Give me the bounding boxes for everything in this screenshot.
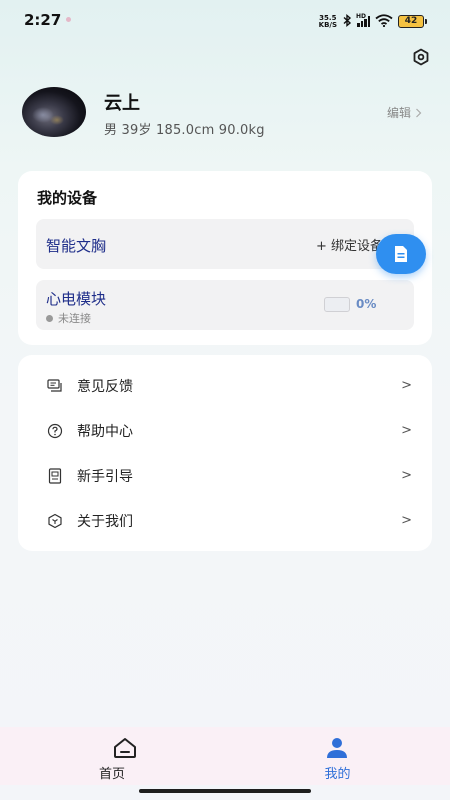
user-icon (327, 738, 347, 758)
device-name: 心电模块 (46, 290, 107, 308)
cellular-signal-icon: HD (356, 13, 370, 27)
user-name: 云上 (104, 93, 140, 114)
device-battery-bar (324, 297, 350, 312)
home-icon (114, 738, 136, 758)
menu-label: 帮助中心 (77, 423, 133, 440)
battery-icon: 42 (398, 15, 427, 28)
device-row-smart-bra[interactable]: 智能文胸 + 绑定设备 (36, 219, 414, 269)
document-icon (395, 246, 407, 262)
notification-dot (66, 17, 71, 22)
signal-hd-label: HD (356, 13, 367, 20)
report-fab-button[interactable] (376, 234, 426, 274)
menu-label: 新手引导 (77, 468, 133, 485)
settings-hexagon-icon (413, 48, 429, 66)
menu-item-help[interactable]: 帮助中心 > (18, 408, 432, 453)
network-speed: 35.5 KB/S (318, 14, 337, 29)
chevron-right-icon: > (401, 378, 412, 393)
menu-item-feedback[interactable]: 意见反馈 > (18, 363, 432, 408)
status-icons: 35.5 KB/S HD 42 (318, 12, 427, 31)
feedback-icon (46, 377, 64, 395)
network-speed-unit: KB/S (318, 20, 337, 29)
gesture-bar[interactable] (139, 789, 311, 793)
settings-button[interactable] (410, 46, 432, 68)
menu-item-about[interactable]: 关于我们 > (18, 498, 432, 543)
status-dot-icon (46, 314, 53, 322)
user-info: 男 39岁 185.0cm 90.0kg (104, 123, 265, 138)
about-icon (46, 512, 64, 530)
edit-profile-link[interactable]: 编辑 (387, 104, 422, 121)
my-devices-card: 我的设备 智能文胸 + 绑定设备 心电模块 未连接 0% (18, 171, 432, 345)
tab-home-label: 首页 (98, 767, 125, 782)
device-battery-percent: 0% (356, 297, 377, 311)
tab-mine-label: 我的 (324, 767, 351, 782)
chevron-right-icon: > (401, 513, 412, 528)
chevron-right-icon (416, 108, 422, 117)
menu-label: 意见反馈 (77, 378, 133, 395)
chevron-right-icon: > (401, 423, 412, 438)
menu-card: 意见反馈 > 帮助中心 > 新手引导 > 关于我们 > (18, 355, 432, 551)
tab-mine[interactable]: 我的 (225, 727, 450, 785)
menu-item-guide[interactable]: 新手引导 > (18, 453, 432, 498)
status-bar: 2:27 35.5 KB/S HD 42 (0, 0, 450, 40)
connection-status-text: 未连接 (58, 312, 91, 325)
connection-status: 未连接 (46, 310, 91, 326)
status-time: 2:27 (24, 11, 62, 29)
bluetooth-icon (342, 12, 352, 31)
menu-label: 关于我们 (77, 513, 133, 530)
device-row-ecg-module[interactable]: 心电模块 未连接 0% (36, 280, 414, 330)
avatar[interactable] (22, 87, 86, 137)
battery-level: 42 (404, 16, 418, 26)
help-icon (46, 422, 64, 440)
device-name: 智能文胸 (46, 237, 107, 255)
wifi-icon (375, 12, 393, 31)
edit-label: 编辑 (386, 106, 411, 120)
guide-icon (46, 467, 64, 485)
bottom-navigation: 首页 我的 (0, 727, 450, 785)
chevron-right-icon: > (401, 468, 412, 483)
my-devices-title: 我的设备 (37, 189, 98, 207)
tab-home[interactable]: 首页 (0, 727, 225, 785)
